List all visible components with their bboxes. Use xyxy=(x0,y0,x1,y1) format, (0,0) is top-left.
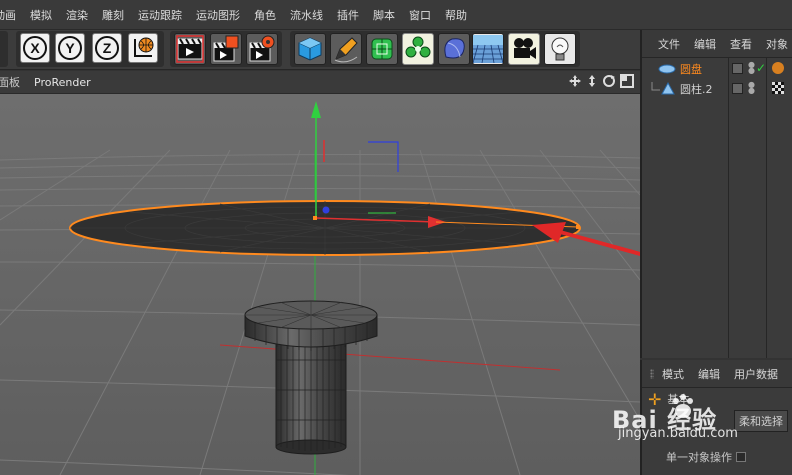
cloner-icon xyxy=(405,36,431,58)
tool-mode-label: 基本 xyxy=(667,393,690,406)
attribute-tool-row: ✛ 基本 xyxy=(642,388,792,410)
zoom-view-icon[interactable] xyxy=(586,74,598,88)
y-axis-icon: Y xyxy=(58,36,82,60)
menu-sculpt[interactable]: 雕刻 xyxy=(95,7,131,23)
viewport-nav-controls xyxy=(568,74,634,88)
hierarchy-line-icon xyxy=(651,82,660,91)
subdivision-surface-icon xyxy=(371,38,393,60)
tab-object[interactable]: 对象 xyxy=(766,36,788,52)
tab-edit[interactable]: 编辑 xyxy=(698,366,720,382)
subdivision-surface-button[interactable] xyxy=(366,33,398,65)
main-toolbar: X Y Z xyxy=(0,30,640,70)
soft-selection-tab[interactable]: 柔和选择 xyxy=(734,410,788,432)
layer-icon[interactable] xyxy=(732,63,743,74)
render-view-button[interactable] xyxy=(174,33,206,65)
render-settings-icon xyxy=(249,35,275,62)
menu-plugins[interactable]: 插件 xyxy=(330,7,366,23)
layer-icon[interactable] xyxy=(732,83,743,94)
lock-y-axis-button[interactable]: Y xyxy=(55,33,85,63)
viewport-panel-menu[interactable]: 面板 xyxy=(0,74,20,90)
material-tag-icon[interactable] xyxy=(772,82,784,94)
x-axis-icon: X xyxy=(23,36,47,60)
render-to-picture-viewer-button[interactable] xyxy=(210,33,242,65)
3d-viewport[interactable] xyxy=(0,94,640,475)
visibility-dots-icon[interactable]: ● ● xyxy=(748,61,755,75)
deformer-button[interactable] xyxy=(438,33,470,65)
render-to-picture-viewer-icon xyxy=(213,35,239,62)
cylinder-icon xyxy=(661,82,675,95)
toggle-view-icon[interactable] xyxy=(620,74,634,88)
viewport-scene[interactable] xyxy=(0,94,640,475)
visibility-dots-icon[interactable]: ● ● xyxy=(748,81,755,95)
menu-animate[interactable]: 动画 xyxy=(0,7,23,23)
object-manager-panel: 文件 编辑 查看 对象 圆盘 ● ● ✓ 圆柱.2 ● ● xyxy=(640,30,792,358)
cloner-button[interactable] xyxy=(402,33,434,65)
tag-icon[interactable] xyxy=(772,62,784,74)
light-button[interactable] xyxy=(544,33,576,65)
viewport-renderer-menu[interactable]: ProRender xyxy=(34,76,91,89)
attribute-manager-panel: 模式 编辑 用户数据 ✛ 基本 柔和选择 单一对象操作 xyxy=(640,360,792,475)
lock-z-axis-button[interactable]: Z xyxy=(92,33,122,63)
menu-mograph[interactable]: 运动图形 xyxy=(189,7,247,23)
pen-icon xyxy=(334,37,358,63)
menu-help[interactable]: 帮助 xyxy=(438,7,474,23)
light-icon xyxy=(551,37,569,61)
render-view-icon xyxy=(176,35,204,63)
tab-edit[interactable]: 编辑 xyxy=(694,36,716,52)
cube-icon xyxy=(298,37,322,61)
menu-motion-tracking[interactable]: 运动跟踪 xyxy=(131,7,189,23)
menu-pipeline[interactable]: 流水线 xyxy=(283,7,330,23)
menu-script[interactable]: 脚本 xyxy=(366,7,402,23)
tab-file[interactable]: 文件 xyxy=(658,36,680,52)
tab-user-data[interactable]: 用户数据 xyxy=(734,366,778,382)
object-row-cylinder[interactable]: 圆柱.2 ● ● xyxy=(642,79,792,99)
menu-simulate[interactable]: 模拟 xyxy=(23,7,59,23)
move-view-icon[interactable] xyxy=(568,74,582,88)
deformer-icon xyxy=(444,38,465,59)
menu-bar: 动画 模拟 渲染 雕刻 运动跟踪 运动图形 角色 流水线 插件 脚本 窗口 帮助 xyxy=(0,0,792,30)
single-object-checkbox[interactable] xyxy=(736,452,746,462)
camera-icon xyxy=(514,38,536,59)
menu-render[interactable]: 渲染 xyxy=(59,7,95,23)
floor-button[interactable] xyxy=(472,33,504,65)
coordinate-system-button[interactable] xyxy=(128,33,158,63)
object-row-disc[interactable]: 圆盘 ● ● ✓ xyxy=(642,59,792,79)
rotate-view-icon[interactable] xyxy=(602,74,616,88)
tab-mode[interactable]: 模式 xyxy=(662,366,684,382)
panel-grip-icon[interactable] xyxy=(650,368,654,379)
object-manager-tabs: 文件 编辑 查看 对象 xyxy=(642,30,792,58)
viewport-header: 面板 ProRender xyxy=(0,71,640,94)
single-object-label: 单一对象操作 xyxy=(666,451,732,464)
enabled-check-icon[interactable]: ✓ xyxy=(756,61,766,75)
cube-button[interactable] xyxy=(294,33,326,65)
camera-button[interactable] xyxy=(508,33,540,65)
floor-icon xyxy=(473,35,503,63)
disc-icon xyxy=(658,64,676,74)
menu-window[interactable]: 窗口 xyxy=(402,7,438,23)
move-tool-icon: ✛ xyxy=(648,389,662,409)
lock-x-axis-button[interactable]: X xyxy=(20,33,50,63)
z-axis-icon: Z xyxy=(95,36,119,60)
coordinate-system-icon xyxy=(134,37,154,57)
attribute-tab-row: 柔和选择 xyxy=(642,410,792,432)
tab-view[interactable]: 查看 xyxy=(730,36,752,52)
render-settings-button[interactable] xyxy=(246,33,278,65)
object-name-cylinder: 圆柱.2 xyxy=(680,83,713,96)
pen-button[interactable] xyxy=(330,33,362,65)
single-object-option-row: 单一对象操作 xyxy=(642,446,792,468)
object-name-disc: 圆盘 xyxy=(680,63,702,76)
menu-character[interactable]: 角色 xyxy=(247,7,283,23)
attribute-manager-tabs: 模式 编辑 用户数据 xyxy=(642,360,792,388)
